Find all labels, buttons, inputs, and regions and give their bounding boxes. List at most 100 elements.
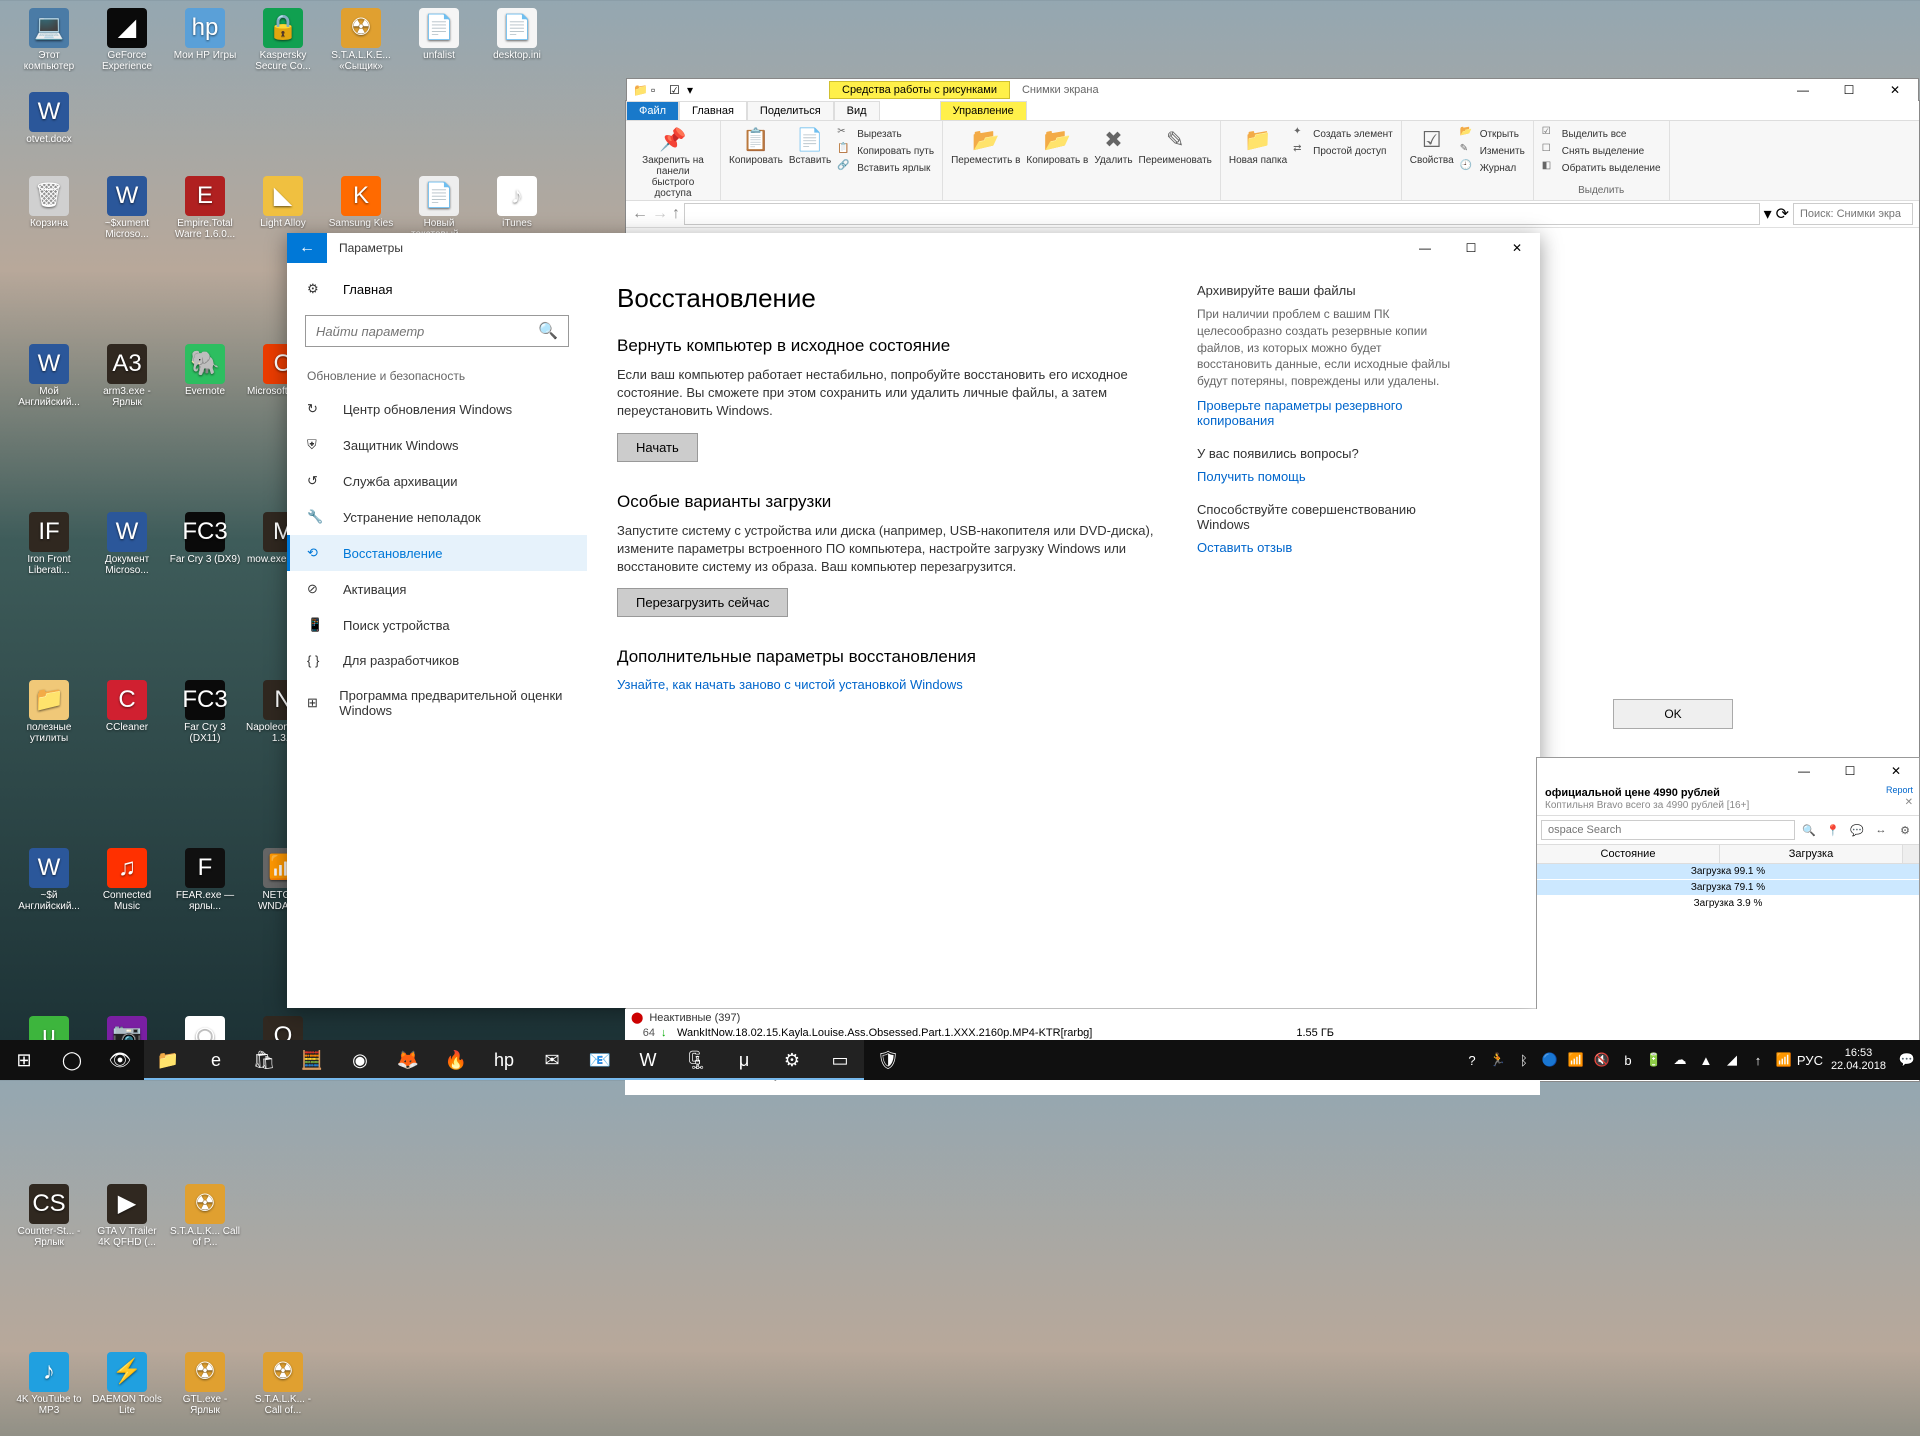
- tray-icon[interactable]: ☁: [1667, 1040, 1693, 1080]
- ok-button[interactable]: OK: [1613, 699, 1733, 729]
- nav-fwd-icon[interactable]: →: [652, 205, 668, 223]
- tray-icon[interactable]: 🔵: [1537, 1040, 1563, 1080]
- taskbar-item[interactable]: 🗜: [672, 1040, 720, 1080]
- tray-icon[interactable]: ▲: [1693, 1040, 1719, 1080]
- desktop-icon[interactable]: Wotvet.docx: [10, 92, 88, 176]
- explorer-qat-icon[interactable]: 📁: [633, 83, 649, 97]
- desktop-icon[interactable]: ☢S.T.A.L.K... Call of P...: [166, 1184, 244, 1268]
- help-link[interactable]: Получить помощь: [1197, 469, 1457, 484]
- minimize-button[interactable]: —: [1780, 75, 1826, 105]
- nav-item[interactable]: { }Для разработчиков: [287, 643, 587, 678]
- taskbar-item[interactable]: 📁: [144, 1040, 192, 1080]
- explorer-qat-icon[interactable]: ☑: [669, 83, 685, 97]
- taskbar-item[interactable]: 🦊: [384, 1040, 432, 1080]
- taskbar-clock[interactable]: 16:5322.04.2018: [1823, 1047, 1894, 1073]
- taskbar-item[interactable]: 🛡: [864, 1040, 912, 1080]
- torrent-status-row[interactable]: Загрузка 99.1 %: [1537, 864, 1919, 880]
- taskbar-item[interactable]: 🧮: [288, 1040, 336, 1080]
- desktop-icon[interactable]: 💻Этот компьютер: [10, 8, 88, 92]
- desktop-icon[interactable]: ☢S.T.A.L.K... - Call of...: [244, 1352, 322, 1436]
- desktop-icon[interactable]: FC3Far Cry 3 (DX11): [166, 680, 244, 764]
- nav-item[interactable]: 📱Поиск устройства: [287, 607, 587, 643]
- taskbar-item[interactable]: W: [624, 1040, 672, 1080]
- nav-item[interactable]: 🔧Устранение неполадок: [287, 499, 587, 535]
- reset-button[interactable]: Начать: [617, 433, 698, 462]
- explorer-qat-icon[interactable]: ▾: [687, 83, 703, 97]
- taskbar-item[interactable]: ▭: [816, 1040, 864, 1080]
- restart-button[interactable]: Перезагрузить сейчас: [617, 588, 788, 617]
- torrent-search[interactable]: [1541, 820, 1795, 840]
- ribbon-copypath[interactable]: 📋Копировать путь: [837, 143, 934, 159]
- desktop-icon[interactable]: 🐘Evernote: [166, 344, 244, 428]
- refresh-icon[interactable]: ⟳: [1776, 204, 1789, 224]
- search-icon[interactable]: 🔍: [1799, 820, 1819, 840]
- taskbar-item[interactable]: 🔥: [432, 1040, 480, 1080]
- tab-home[interactable]: Главная: [679, 101, 747, 120]
- taskbar-item[interactable]: 👁: [96, 1040, 144, 1080]
- back-button[interactable]: ←: [287, 233, 327, 263]
- dropdown-icon[interactable]: ▾: [1764, 204, 1772, 224]
- desktop-icon[interactable]: ◢GeForce Experience: [88, 8, 166, 92]
- nav-item[interactable]: ⛨Защитник Windows: [287, 427, 587, 463]
- taskbar-item[interactable]: 📧: [576, 1040, 624, 1080]
- map-pin-icon[interactable]: 📍: [1823, 820, 1843, 840]
- ad-report-link[interactable]: Report: [1886, 785, 1913, 795]
- nav-up-icon[interactable]: ↑: [672, 205, 680, 223]
- ribbon-copyto[interactable]: 📂Копировать в: [1026, 125, 1088, 166]
- ribbon-invert[interactable]: ◧Обратить выделение: [1542, 160, 1661, 176]
- col-download[interactable]: Загрузка: [1720, 845, 1903, 863]
- desktop-icon[interactable]: ♪4K YouTube to MP3: [10, 1352, 88, 1436]
- taskbar-item[interactable]: e: [192, 1040, 240, 1080]
- ribbon-selectnone[interactable]: ☐Снять выделение: [1542, 143, 1661, 159]
- desktop-icon[interactable]: WДокумент Microso...: [88, 512, 166, 596]
- desktop-icon[interactable]: FFEAR.exe — ярлы...: [166, 848, 244, 932]
- chat-icon[interactable]: 💬: [1847, 820, 1867, 840]
- tray-icon[interactable]: ᛒ: [1511, 1040, 1537, 1080]
- category-inactive[interactable]: ⬤ Неактивные (397): [625, 1009, 1540, 1026]
- desktop-icon[interactable]: ♫Connected Music: [88, 848, 166, 932]
- tray-icon[interactable]: РУС: [1797, 1040, 1823, 1080]
- desktop-icon[interactable]: A3arm3.exe - Ярлык: [88, 344, 166, 428]
- gear-icon[interactable]: ⚙: [1895, 820, 1915, 840]
- desktop-icon[interactable]: W~$й Английский...: [10, 848, 88, 932]
- ribbon-rename[interactable]: ✎Переименовать: [1139, 125, 1212, 166]
- ribbon-props[interactable]: ☑Свойства: [1410, 125, 1454, 177]
- taskbar-item[interactable]: ⚙: [768, 1040, 816, 1080]
- tray-icon[interactable]: 🔋: [1641, 1040, 1667, 1080]
- desktop-icon[interactable]: 📄unfalist: [400, 8, 478, 92]
- taskbar-item[interactable]: ◯: [48, 1040, 96, 1080]
- desktop-icon[interactable]: CSCounter-St... - Ярлык: [10, 1184, 88, 1268]
- desktop-icon[interactable]: 🗑Корзина: [10, 176, 88, 260]
- close-button[interactable]: ✕: [1872, 75, 1918, 105]
- torrent-row[interactable]: 64↓WankItNow.18.02.15.Kayla.Louise.Ass.O…: [625, 1026, 1540, 1040]
- desktop-icon[interactable]: 📄desktop.ini: [478, 8, 556, 92]
- nav-home[interactable]: ⚙ Главная: [287, 273, 587, 305]
- tab-file[interactable]: Файл: [626, 101, 679, 120]
- torrent-status-row[interactable]: Загрузка 79.1 %: [1537, 880, 1919, 896]
- tab-share[interactable]: Поделиться: [747, 101, 834, 120]
- maximize-button[interactable]: ☐: [1827, 756, 1873, 786]
- taskbar-item[interactable]: μ: [720, 1040, 768, 1080]
- ribbon-move[interactable]: 📂Переместить в: [951, 125, 1020, 166]
- feedback-link[interactable]: Оставить отзыв: [1197, 540, 1457, 555]
- explorer-qat-icon[interactable]: ▫: [651, 83, 667, 97]
- torrent-status-row[interactable]: Загрузка 3.9 %: [1537, 896, 1919, 912]
- tray-icon[interactable]: b: [1615, 1040, 1641, 1080]
- nav-item[interactable]: ⟲Восстановление: [287, 535, 587, 571]
- tab-manage[interactable]: Управление: [940, 101, 1027, 120]
- tray-icon[interactable]: 📶: [1563, 1040, 1589, 1080]
- nav-item[interactable]: ↻Центр обновления Windows: [287, 391, 587, 427]
- desktop-icon[interactable]: EEmpire.Total Warre 1.6.0...: [166, 176, 244, 260]
- ribbon-delete[interactable]: ✖Удалить: [1094, 125, 1132, 166]
- notifications-icon[interactable]: 💬: [1894, 1040, 1920, 1080]
- taskbar-item[interactable]: hp: [480, 1040, 528, 1080]
- remote-icon[interactable]: ↔: [1871, 820, 1891, 840]
- tray-icon[interactable]: ?: [1459, 1040, 1485, 1080]
- ribbon-pin[interactable]: 📌Закрепить на панели быстрого доступа: [634, 125, 712, 199]
- desktop-icon[interactable]: IFIron Front Liberati...: [10, 512, 88, 596]
- desktop-icon[interactable]: 📁полезные утилиты: [10, 680, 88, 764]
- col-status[interactable]: Состояние: [1537, 845, 1720, 863]
- ribbon-newfolder[interactable]: 📁Новая папка: [1229, 125, 1287, 166]
- minimize-button[interactable]: —: [1781, 756, 1827, 786]
- close-button[interactable]: ✕: [1494, 233, 1540, 263]
